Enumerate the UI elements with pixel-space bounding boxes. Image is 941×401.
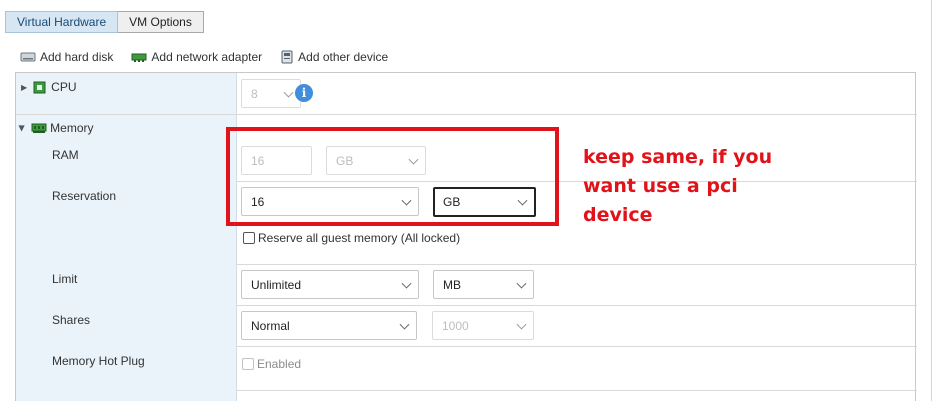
row-divider [237,346,917,347]
limit-select[interactable]: Unlimited [241,270,419,299]
info-icon[interactable]: i [295,84,313,102]
tab-bar: Virtual Hardware VM Options [5,11,204,33]
limit-label: Limit [52,272,78,286]
annotation-line: keep same, if you [583,146,773,168]
memory-hot-plug-checkbox-row[interactable]: Enabled [242,357,301,371]
add-network-adapter-label: Add network adapter [151,50,263,64]
ram-label: RAM [52,148,79,162]
limit-unit-select[interactable]: MB [433,270,534,299]
annotation-line: want use a pci [583,175,738,197]
chevron-down-icon [399,319,410,330]
memory-row-header[interactable]: ▶ Memory [18,121,94,135]
tab-virtual-hardware[interactable]: Virtual Hardware [5,11,119,33]
shares-value: Normal [251,318,290,333]
hard-disk-icon [20,52,36,62]
memory-hot-plug-label: Memory Hot Plug [52,354,145,368]
add-other-device-button[interactable]: Add other device [280,50,388,64]
network-adapter-icon [131,53,147,62]
expand-arrow-icon[interactable]: ▶ [21,83,27,92]
limit-value: Unlimited [251,277,302,292]
add-hard-disk-button[interactable]: Add hard disk [20,50,113,64]
tab-vm-options[interactable]: VM Options [118,11,204,33]
shares-amount-select[interactable]: 1000 [432,311,534,340]
row-divider [237,305,917,306]
row-divider [16,114,917,115]
hardware-settings-panel: ▶ CPU ▶ Memory RAM Reservation Limit Sha… [15,72,917,401]
annotation-note: keep same, if you want use a pci device [583,143,813,230]
device-icon [281,50,293,64]
memory-hot-plug-checkbox[interactable] [242,358,254,370]
row-divider [237,390,917,391]
reservation-label: Reservation [52,189,117,203]
device-toolbar: Add hard disk Add network adapter Add ot… [20,50,406,64]
chevron-down-icon [401,278,412,289]
collapse-arrow-icon[interactable]: ▶ [18,125,27,131]
add-other-device-label: Add other device [298,50,389,64]
shares-label: Shares [52,313,91,327]
scrollbar-track[interactable] [931,0,932,401]
memory-hot-plug-option: Enabled [257,357,302,371]
reserve-all-memory-label: Reserve all guest memory (All locked) [258,231,461,245]
cpu-icon [33,81,46,93]
cpu-count-select[interactable]: 8 [241,79,301,108]
annotation-highlight-box [226,127,559,226]
cpu-row-header[interactable]: ▶ CPU [21,80,77,94]
chevron-down-icon [516,278,527,289]
memory-icon [31,123,47,133]
reserve-all-memory-checkbox[interactable] [243,232,255,244]
shares-amount-value: 1000 [442,318,469,333]
cpu-count-value: 8 [251,86,258,101]
shares-select[interactable]: Normal [241,311,417,340]
chevron-down-icon [516,319,527,330]
add-network-adapter-button[interactable]: Add network adapter [131,50,262,64]
row-divider [237,264,917,265]
add-hard-disk-label: Add hard disk [40,50,114,64]
cpu-label: CPU [51,80,77,94]
chevron-down-icon [283,87,294,98]
annotation-line: device [583,204,653,226]
limit-unit-value: MB [443,277,461,292]
memory-label: Memory [50,121,94,135]
reserve-all-memory-checkbox-row[interactable]: Reserve all guest memory (All locked) [243,231,460,245]
